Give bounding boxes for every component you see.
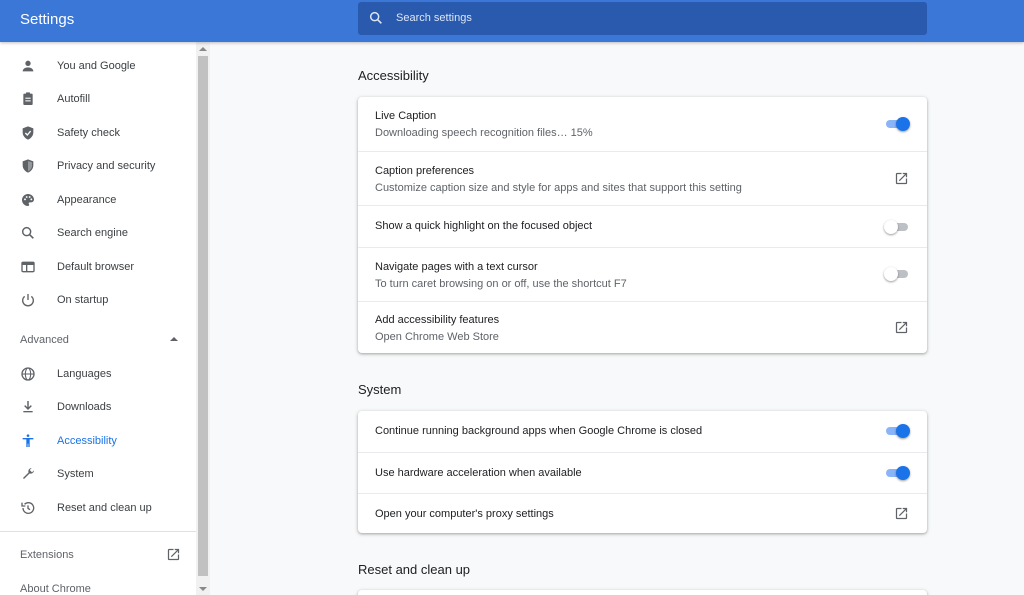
scroll-down-arrow-icon[interactable]: [199, 587, 207, 591]
sidebar-item-label: Accessibility: [57, 435, 117, 447]
setting-subtitle: Open Chrome Web Store: [375, 331, 499, 343]
sidebar-item-label: Search engine: [57, 227, 128, 239]
sidebar-item-label: You and Google: [57, 60, 136, 72]
sidebar-item-extensions[interactable]: Extensions: [20, 549, 74, 561]
wrench-icon: [23, 468, 34, 479]
sidebar-item-appearance[interactable]: Appearance: [0, 186, 196, 214]
clipboard-icon: [23, 92, 33, 105]
advanced-toggle[interactable]: Advanced: [20, 334, 69, 346]
sidebar-item-autofill[interactable]: Autofill: [0, 85, 196, 113]
download-icon: [23, 401, 33, 413]
search-placeholder: Search settings: [396, 12, 472, 24]
launch-icon[interactable]: [894, 320, 909, 335]
setting-caret-browsing[interactable]: Navigate pages with a text cursor To tur…: [358, 247, 927, 301]
setting-title: Use hardware acceleration when available: [375, 467, 582, 479]
background-apps-toggle[interactable]: [884, 424, 910, 438]
sidebar-item-label: Safety check: [57, 127, 120, 139]
sidebar: You and Google Autofill Safety check Pri…: [0, 42, 196, 595]
setting-caption-preferences[interactable]: Caption preferences Customize caption si…: [358, 151, 927, 205]
sidebar-item-on-startup[interactable]: On startup: [0, 286, 196, 314]
setting-background-apps[interactable]: Continue running background apps when Go…: [358, 411, 927, 452]
shield-icon: [22, 159, 34, 173]
sidebar-item-label: Downloads: [57, 401, 112, 413]
quick-highlight-toggle[interactable]: [884, 220, 910, 234]
launch-icon[interactable]: [894, 171, 909, 186]
setting-title: Live Caption: [375, 110, 437, 122]
sidebar-item-label: Autofill: [57, 93, 91, 105]
setting-quick-highlight[interactable]: Show a quick highlight on the focused ob…: [358, 205, 927, 247]
section-heading-reset: Reset and clean up: [358, 562, 471, 577]
app-title: Settings: [20, 11, 75, 28]
history-icon: [21, 502, 35, 514]
reset-card: [358, 590, 927, 595]
launch-icon[interactable]: [166, 547, 181, 562]
setting-title: Continue running background apps when Go…: [375, 425, 703, 437]
sidebar-item-label: Default browser: [57, 261, 135, 273]
sidebar-item-label: Reset and clean up: [57, 502, 152, 514]
live-caption-toggle[interactable]: [884, 117, 910, 131]
sidebar-item-you-and-google[interactable]: You and Google: [0, 52, 196, 80]
search-icon: [369, 11, 382, 24]
browser-icon: [21, 261, 35, 273]
launch-icon[interactable]: [894, 506, 909, 521]
sidebar-item-label: On startup: [57, 294, 109, 306]
chevron-up-icon[interactable]: [170, 337, 178, 341]
setting-title: Open your computer's proxy settings: [375, 508, 554, 520]
setting-subtitle: Downloading speech recognition files… 15…: [375, 127, 593, 139]
app-header: Settings Search settings: [0, 0, 1024, 42]
sidebar-item-label: Privacy and security: [57, 160, 156, 172]
setting-proxy[interactable]: Open your computer's proxy settings: [358, 493, 927, 533]
shield-check-icon: [22, 126, 34, 140]
accessibility-card: Live Caption Downloading speech recognit…: [358, 97, 927, 353]
sidebar-item-label: System: [57, 468, 94, 480]
sidebar-item-reset[interactable]: Reset and clean up: [0, 494, 196, 522]
sidebar-item-search-engine[interactable]: Search engine: [0, 219, 196, 247]
section-heading-accessibility: Accessibility: [358, 68, 429, 83]
sidebar-item-about[interactable]: About Chrome: [20, 583, 91, 595]
sidebar-divider: [0, 531, 196, 532]
setting-title: Caption preferences: [375, 165, 475, 177]
setting-subtitle: To turn caret browsing on or off, use th…: [375, 278, 627, 290]
power-icon: [22, 294, 34, 307]
sidebar-item-label: Languages: [57, 368, 112, 380]
search-icon: [21, 226, 34, 239]
sidebar-item-languages[interactable]: Languages: [0, 360, 196, 388]
person-icon: [22, 60, 34, 72]
sidebar-item-default-browser[interactable]: Default browser: [0, 253, 196, 281]
setting-subtitle: Customize caption size and style for app…: [375, 182, 742, 194]
setting-title: Show a quick highlight on the focused ob…: [375, 220, 593, 232]
globe-icon: [21, 367, 35, 381]
search-input[interactable]: Search settings: [358, 2, 927, 35]
section-heading-system: System: [358, 382, 402, 397]
setting-title: Add accessibility features: [375, 314, 500, 326]
system-card: Continue running background apps when Go…: [358, 411, 927, 533]
setting-hardware-acceleration[interactable]: Use hardware acceleration when available: [358, 452, 927, 493]
sidebar-scrollbar[interactable]: [196, 42, 210, 595]
scroll-up-arrow-icon[interactable]: [199, 47, 207, 51]
setting-add-accessibility-features[interactable]: Add accessibility features Open Chrome W…: [358, 301, 927, 353]
sidebar-item-safety-check[interactable]: Safety check: [0, 119, 196, 147]
sidebar-item-downloads[interactable]: Downloads: [0, 393, 196, 421]
sidebar-item-system[interactable]: System: [0, 460, 196, 488]
sidebar-item-privacy[interactable]: Privacy and security: [0, 152, 196, 180]
sidebar-item-accessibility[interactable]: Accessibility: [0, 427, 196, 455]
setting-live-caption[interactable]: Live Caption Downloading speech recognit…: [358, 97, 927, 151]
accessibility-icon: [22, 434, 34, 447]
palette-icon: [22, 194, 34, 206]
setting-title: Navigate pages with a text cursor: [375, 261, 538, 273]
caret-browsing-toggle[interactable]: [884, 267, 910, 281]
sidebar-item-label: Appearance: [57, 194, 117, 206]
hardware-acceleration-toggle[interactable]: [884, 466, 910, 480]
scrollbar-thumb[interactable]: [198, 56, 208, 576]
